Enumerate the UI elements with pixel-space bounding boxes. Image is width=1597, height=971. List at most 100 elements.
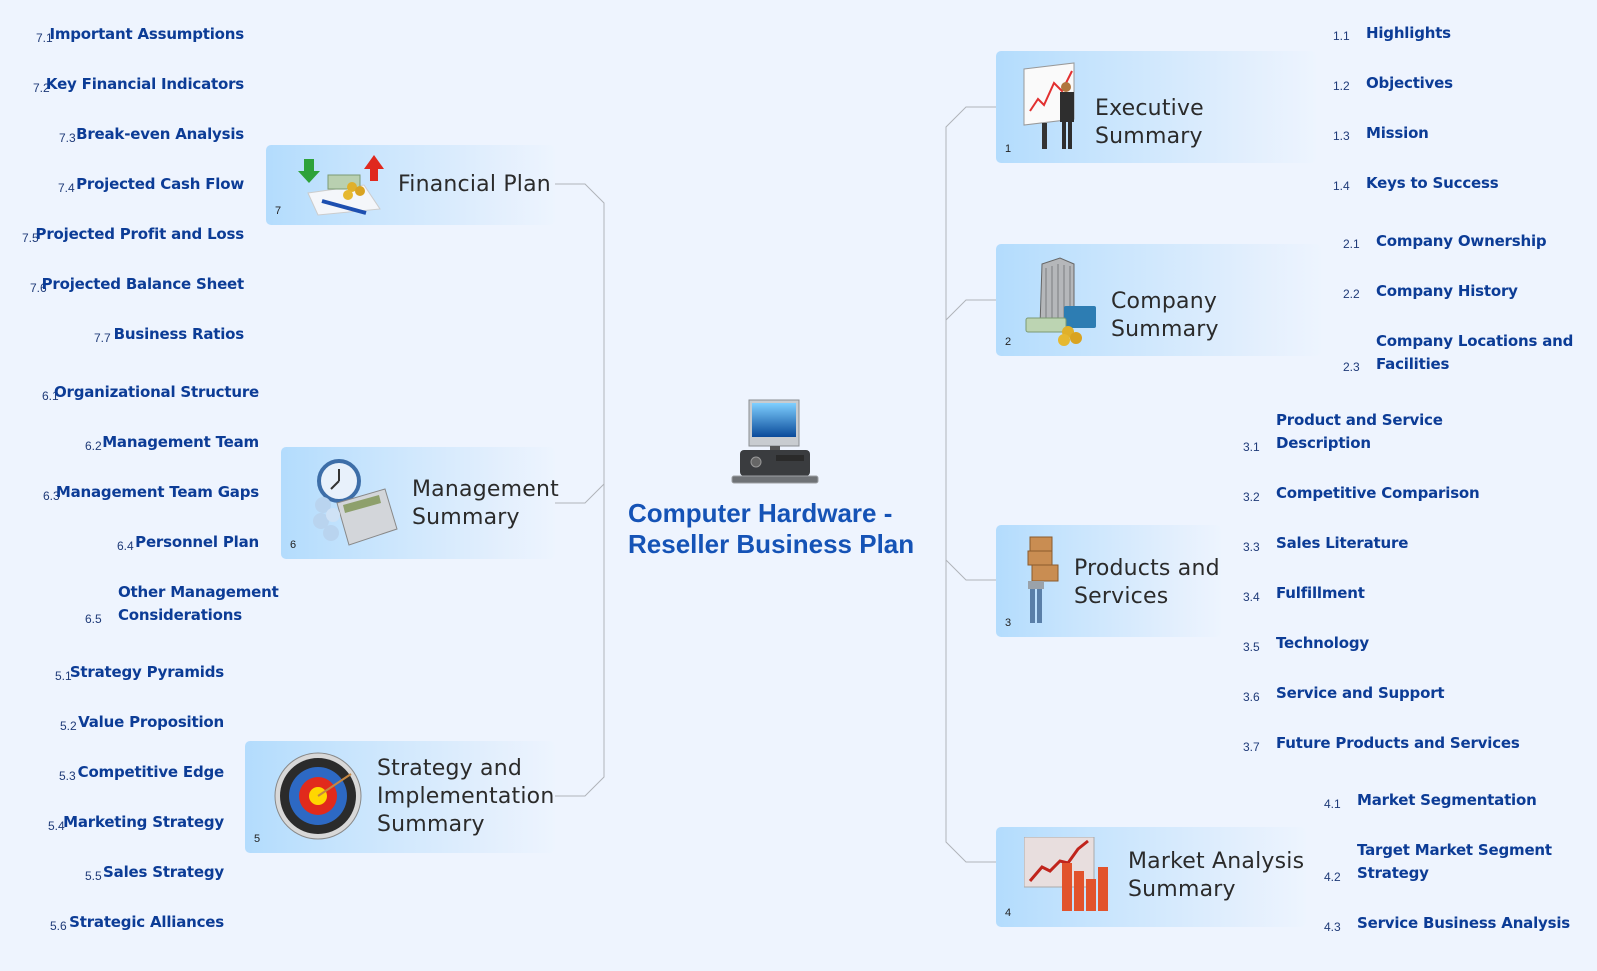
subtopic-sales-literature[interactable]: Sales Literature: [1276, 532, 1408, 555]
topic-label-line: Market Analysis: [1128, 849, 1305, 874]
connector-company-summary: [945, 299, 996, 321]
topic-label-line: Services: [1074, 584, 1169, 609]
subtopic-organizational-structure[interactable]: Organizational Structure: [54, 381, 259, 404]
subtopic-label: Marketing Strategy: [63, 813, 224, 831]
subtopic-label: Strategy: [1357, 864, 1429, 882]
subtopic-number: 2.3: [1343, 360, 1360, 374]
subtopic-number: 5.6: [50, 919, 67, 933]
subtopic-label: Mission: [1366, 124, 1429, 142]
subtopic-break-even-analysis[interactable]: Break-even Analysis: [76, 123, 244, 146]
subtopic-number: 6.2: [85, 439, 102, 453]
subtopic-number: 1.1: [1333, 29, 1350, 43]
subtopic-label: Keys to Success: [1366, 174, 1499, 192]
topic-label: Company Summary: [1111, 288, 1321, 344]
subtopic-label: Break-even Analysis: [76, 125, 244, 143]
subtopic-projected-profit-loss[interactable]: Projected Profit and Loss: [36, 223, 245, 246]
subtopic-label: Company Locations and: [1376, 332, 1574, 350]
subtopic-number: 3.3: [1243, 540, 1260, 554]
subtopic-highlights[interactable]: Highlights: [1366, 22, 1451, 45]
office-building-money-icon: [1025, 257, 1096, 346]
subtopic-label: Management Team: [102, 433, 259, 451]
subtopic-personnel-plan[interactable]: Personnel Plan: [135, 531, 259, 554]
subtopic-number: 5.2: [60, 719, 77, 733]
subtopic-label: Fulfillment: [1276, 584, 1365, 602]
money-arrows-pen-icon: [298, 155, 384, 216]
topic-executive-summary[interactable]: Executive Summary 1: [996, 51, 1316, 163]
subtopic-product-description[interactable]: Product and Service Description: [1276, 409, 1443, 455]
topic-label-line: Management: [412, 477, 559, 502]
subtopic-strategic-alliances[interactable]: Strategic Alliances: [69, 911, 224, 934]
topic-label: Products and Services: [1074, 555, 1220, 611]
subtopic-label: Highlights: [1366, 24, 1451, 42]
subtopic-strategy-pyramids[interactable]: Strategy Pyramids: [70, 661, 224, 684]
subtopic-label: Competitive Edge: [77, 763, 225, 781]
topic-products-services[interactable]: Products and Services 3: [996, 525, 1221, 637]
subtopic-number: 3.7: [1243, 740, 1260, 754]
subtopic-objectives[interactable]: Objectives: [1366, 72, 1453, 95]
subtopic-future-products[interactable]: Future Products and Services: [1276, 732, 1520, 755]
subtopic-label: Service and Support: [1276, 684, 1445, 702]
subtopic-projected-balance-sheet[interactable]: Projected Balance Sheet: [42, 273, 245, 296]
subtopic-fulfillment[interactable]: Fulfillment: [1276, 582, 1365, 605]
connector-market-analysis: [945, 580, 996, 863]
subtopic-sales-strategy[interactable]: Sales Strategy: [103, 861, 224, 884]
subtopic-number: 3.2: [1243, 490, 1260, 504]
subtopic-label: Personnel Plan: [135, 533, 259, 551]
topic-label-line: Summary: [1128, 877, 1236, 902]
subtopic-number: 5.5: [85, 869, 102, 883]
subtopic-label: Sales Strategy: [103, 863, 224, 881]
topic-label-line: Executive Summary: [1095, 96, 1204, 149]
subtopic-label: Competitive Comparison: [1276, 484, 1480, 502]
subtopic-market-segmentation[interactable]: Market Segmentation: [1357, 789, 1537, 812]
topic-label-line: Summary: [377, 812, 485, 837]
subtopic-service-business-analysis[interactable]: Service Business Analysis: [1357, 912, 1570, 935]
subtopic-number: 4.2: [1324, 870, 1341, 884]
subtopic-label: Description: [1276, 434, 1371, 452]
desktop-computer-icon: [731, 399, 819, 484]
subtopic-mission[interactable]: Mission: [1366, 122, 1429, 145]
topic-market-analysis[interactable]: Market Analysis Summary 4: [996, 827, 1306, 927]
topic-label: Executive Summary: [1095, 95, 1316, 151]
subtopic-keys-to-success[interactable]: Keys to Success: [1366, 172, 1499, 195]
topic-management-summary[interactable]: Management Summary 6: [281, 447, 559, 559]
subtopic-competitive-edge[interactable]: Competitive Edge: [77, 761, 225, 784]
subtopic-competitive-comparison[interactable]: Competitive Comparison: [1276, 482, 1480, 505]
subtopic-important-assumptions[interactable]: Important Assumptions: [49, 23, 244, 46]
subtopic-target-market-strategy[interactable]: Target Market Segment Strategy: [1357, 839, 1552, 885]
topic-number: 3: [1005, 617, 1012, 629]
subtopic-management-team-gaps[interactable]: Management Team Gaps: [56, 481, 259, 504]
subtopic-other-management-considerations[interactable]: Other Management Considerations: [118, 581, 279, 627]
topic-strategy-implementation[interactable]: Strategy and Implementation Summary 5: [245, 741, 555, 853]
central-title-line2: Reseller Business Plan: [628, 529, 915, 559]
topic-number: 1: [1005, 143, 1012, 155]
subtopic-label: Objectives: [1366, 74, 1453, 92]
subtopic-number: 1.2: [1333, 79, 1350, 93]
subtopic-value-proposition[interactable]: Value Proposition: [78, 711, 224, 734]
subtopic-label: Technology: [1276, 634, 1369, 652]
topic-financial-plan[interactable]: Financial Plan 7: [266, 145, 555, 225]
topic-label: Management Summary: [412, 476, 559, 532]
subtopic-number: 6.5: [85, 612, 102, 626]
topic-label-line: Summary: [412, 505, 520, 530]
subtopic-label: Market Segmentation: [1357, 791, 1537, 809]
subtopic-management-team[interactable]: Management Team: [102, 431, 259, 454]
calculator-clock-people-icon: [313, 459, 398, 546]
subtopic-business-ratios[interactable]: Business Ratios: [113, 323, 245, 346]
subtopic-company-ownership[interactable]: Company Ownership: [1376, 230, 1547, 253]
subtopic-company-history[interactable]: Company History: [1376, 280, 1518, 303]
topic-number: 4: [1005, 907, 1012, 919]
subtopic-key-financial-indicators[interactable]: Key Financial Indicators: [46, 73, 244, 96]
subtopic-technology[interactable]: Technology: [1276, 632, 1369, 655]
presenter-chart-icon: [1023, 62, 1075, 149]
subtopic-label: Business Ratios: [113, 325, 245, 343]
subtopic-number: 5.3: [59, 769, 76, 783]
subtopic-label: Organizational Structure: [53, 383, 259, 401]
subtopic-number: 7.7: [94, 331, 111, 345]
subtopic-marketing-strategy[interactable]: Marketing Strategy: [63, 811, 224, 834]
subtopic-number: 2.1: [1343, 237, 1360, 251]
subtopic-service-support[interactable]: Service and Support: [1276, 682, 1445, 705]
topic-company-summary[interactable]: Company Summary 2: [996, 244, 1321, 356]
subtopic-projected-cash-flow[interactable]: Projected Cash Flow: [76, 173, 244, 196]
subtopic-label: Key Financial Indicators: [45, 75, 244, 93]
subtopic-company-locations[interactable]: Company Locations and Facilities: [1376, 330, 1573, 376]
